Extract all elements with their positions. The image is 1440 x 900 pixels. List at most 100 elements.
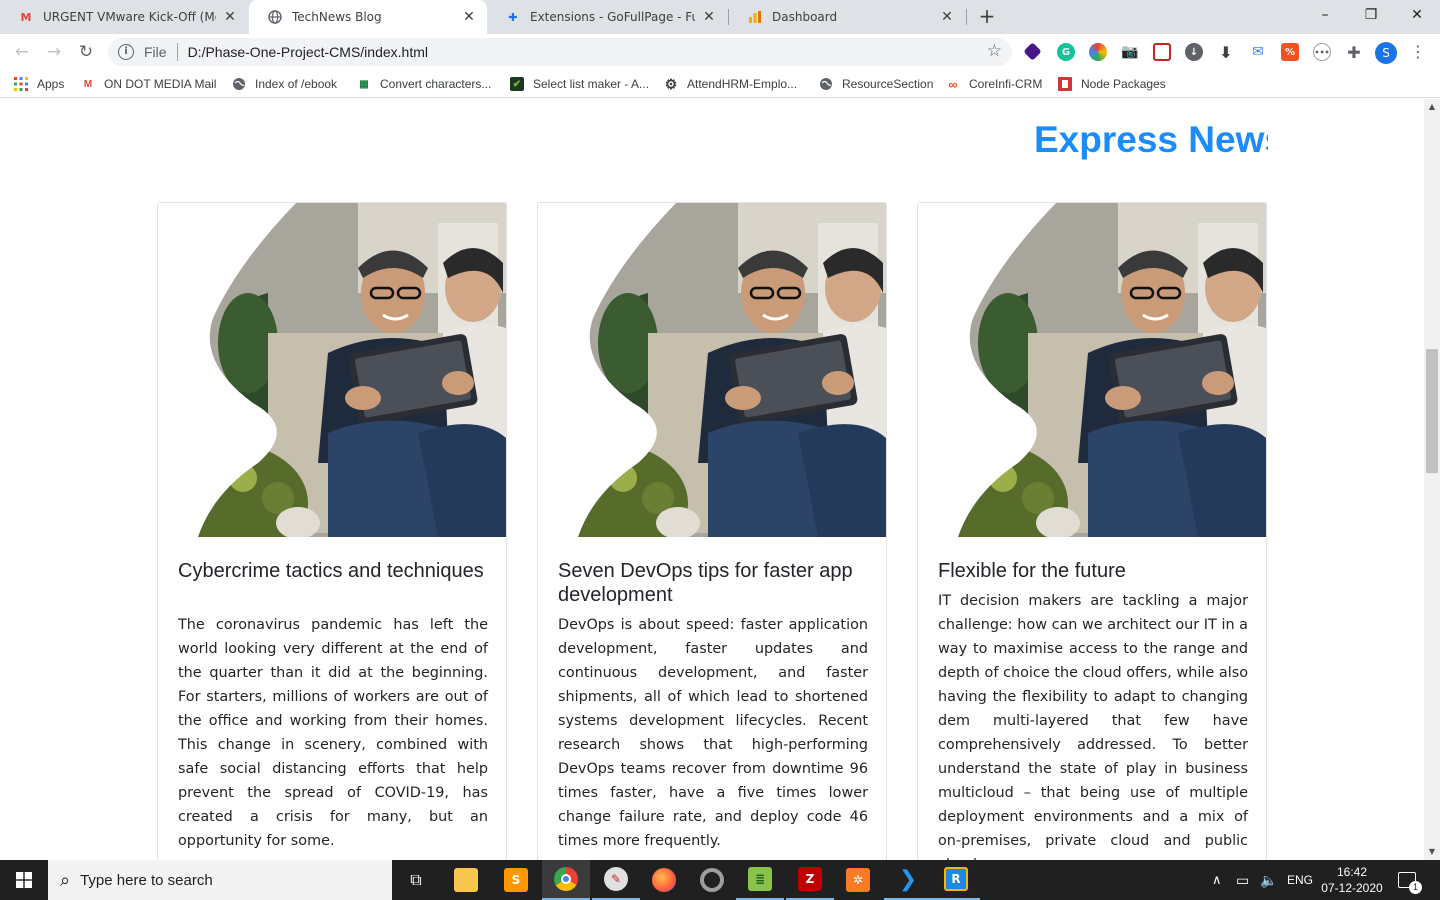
paint-palette-icon: ✎: [604, 867, 628, 891]
close-icon[interactable]: ✕: [939, 9, 955, 25]
taskbar-file-explorer[interactable]: [442, 860, 490, 900]
start-button[interactable]: [0, 860, 48, 900]
bookmark-label: Node Packages: [1081, 77, 1166, 91]
search-icon: ⌕: [60, 869, 71, 890]
close-icon[interactable]: ✕: [222, 9, 238, 25]
bookmark-label: Select list maker - A...: [533, 77, 650, 91]
volume-icon[interactable]: 🔈: [1260, 860, 1277, 900]
download-circle-icon[interactable]: ↓: [1185, 43, 1203, 61]
tray-chevron-icon[interactable]: ∧: [1212, 860, 1222, 900]
taskbar-paint[interactable]: ✎: [592, 860, 640, 900]
site-brand[interactable]: Express News: [1034, 119, 1268, 161]
forward-button[interactable]: →: [42, 40, 66, 64]
bookmark-attendhrm[interactable]: ⚙ AttendHRM-Emplo...: [664, 75, 797, 93]
close-icon[interactable]: ✕: [701, 9, 717, 25]
bookmark-label: Apps: [37, 77, 65, 91]
bookmark-convert-characters[interactable]: ▦ Convert characters...: [357, 75, 491, 93]
language-indicator[interactable]: ENG: [1287, 860, 1313, 900]
taskbar-sublime-text[interactable]: S: [492, 860, 540, 900]
notepad-icon: ≣: [748, 867, 772, 891]
tab-strip: M URGENT VMware Kick-Off (Moar ✕ TechNew…: [0, 0, 1440, 34]
taskbar-xampp[interactable]: ✲: [834, 860, 882, 900]
news-card: Seven DevOps tips for faster app develop…: [537, 202, 887, 860]
gmail-icon: M: [83, 78, 93, 90]
extension-circle-icon[interactable]: •••: [1313, 43, 1331, 61]
card-title[interactable]: Flexible for the future: [938, 559, 1248, 583]
grammarly-icon[interactable]: G: [1057, 43, 1075, 61]
sublime-icon: S: [504, 868, 528, 892]
tab-title: URGENT VMware Kick-Off (Moar: [43, 10, 216, 24]
back-button[interactable]: ←: [10, 40, 34, 64]
taskbar-firefox[interactable]: [640, 860, 688, 900]
filezilla-icon: Z: [798, 867, 822, 891]
taskbar-search[interactable]: ⌕ Type here to search: [48, 860, 392, 900]
url-text[interactable]: D:/Phase-One-Project-CMS/index.html: [188, 44, 428, 60]
bookmark-label: Index of /ebook: [255, 77, 338, 91]
tab-technews[interactable]: TechNews Blog ✕: [249, 0, 487, 34]
bookmark-resourcesection[interactable]: ResourceSection: [819, 75, 933, 93]
tab-gmail[interactable]: M URGENT VMware Kick-Off (Moar ✕: [0, 0, 248, 34]
news-card: Flexible for the future IT decision make…: [917, 202, 1267, 860]
address-bar[interactable]: i File D:/Phase-One-Project-CMS/index.ht…: [108, 38, 1012, 66]
ring-icon: [700, 868, 724, 892]
page-scrollbar[interactable]: ▲ ▼: [1424, 99, 1440, 860]
tab-dashboard[interactable]: Dashboard ✕: [729, 0, 965, 34]
folder-icon: [454, 868, 478, 892]
profile-avatar[interactable]: S: [1375, 42, 1397, 64]
gear-icon: ⚙: [664, 75, 678, 92]
globe-icon: [819, 77, 833, 91]
extension-diamond-icon[interactable]: [1023, 42, 1042, 61]
task-view-icon: ⧉: [410, 870, 422, 889]
task-view-button[interactable]: ⧉: [392, 860, 440, 900]
taskbar-app-r[interactable]: R: [932, 860, 980, 900]
taskbar-chrome[interactable]: [542, 860, 590, 900]
bookmark-star-icon[interactable]: ☆: [987, 41, 1002, 61]
close-icon[interactable]: ✕: [461, 9, 477, 25]
mail-icon[interactable]: ✉: [1249, 43, 1267, 61]
bookmark-index-ebook[interactable]: Index of /ebook: [232, 75, 337, 93]
extensions-puzzle-icon[interactable]: ✚: [1345, 43, 1363, 62]
network-icon[interactable]: ▭: [1236, 860, 1249, 900]
bookmark-coreinfi-crm[interactable]: ∞ CoreInfi-CRM: [946, 75, 1042, 93]
download-arrow-icon[interactable]: ⬇: [1217, 43, 1235, 62]
taskbar-notepad[interactable]: ≣: [736, 860, 784, 900]
maximize-button[interactable]: ❐: [1348, 0, 1394, 30]
extension-orange-icon[interactable]: %: [1281, 43, 1299, 61]
taskbar-app-ring[interactable]: [688, 860, 736, 900]
bookmark-label: Convert characters...: [380, 77, 492, 91]
close-window-button[interactable]: ✕: [1394, 0, 1440, 30]
card-title[interactable]: Seven DevOps tips for faster app develop…: [558, 559, 868, 607]
new-tab-button[interactable]: +: [976, 6, 998, 28]
info-icon[interactable]: i: [118, 44, 134, 60]
tab-extensions[interactable]: ✚ Extensions - GoFullPage - Full Pa ✕: [487, 0, 727, 34]
window-capture-icon[interactable]: [1153, 43, 1171, 61]
card-title[interactable]: Cybercrime tactics and techniques: [178, 559, 488, 583]
divider: [176, 43, 178, 61]
windows-taskbar: ⌕ Type here to search ⧉ S ✎ ≣ Z ✲ ❯ R ∧ …: [0, 860, 1440, 900]
vscode-icon: ❯: [898, 866, 918, 892]
scroll-up-arrow-icon[interactable]: ▲: [1424, 99, 1440, 115]
reload-button[interactable]: ↻: [74, 40, 98, 64]
bookmark-node-packages[interactable]: Node Packages: [1058, 75, 1166, 93]
clock-time: 16:42: [1336, 865, 1368, 879]
tab-title: Extensions - GoFullPage - Full Pa: [530, 10, 695, 24]
browser-menu-icon[interactable]: ⋮: [1410, 41, 1426, 63]
taskbar-search-placeholder: Type here to search: [80, 871, 213, 889]
bookmark-select-list-maker[interactable]: ✔ Select list maker - A...: [510, 75, 649, 93]
color-wheel-icon[interactable]: [1089, 43, 1107, 61]
camera-icon[interactable]: 📷: [1121, 43, 1139, 61]
bookmarks-bar: Apps M ON DOT MEDIA Mail Index of /ebook…: [0, 70, 1440, 98]
minimize-button[interactable]: –: [1302, 0, 1348, 30]
bookmark-on-dot-media-mail[interactable]: M ON DOT MEDIA Mail: [81, 75, 217, 93]
firefox-icon: [652, 868, 676, 892]
taskbar-vscode[interactable]: ❯: [884, 860, 932, 900]
taskbar-filezilla[interactable]: Z: [786, 860, 834, 900]
bookmark-apps[interactable]: Apps: [14, 75, 64, 93]
chart-icon: [747, 9, 763, 25]
bookmark-label: AttendHRM-Emplo...: [687, 77, 798, 91]
scrollbar-thumb[interactable]: [1426, 349, 1438, 473]
taskbar-clock[interactable]: 16:42 07-12-2020: [1312, 864, 1392, 896]
scroll-down-arrow-icon[interactable]: ▼: [1424, 844, 1440, 860]
notification-center-icon[interactable]: 1: [1398, 860, 1422, 900]
xampp-icon: ✲: [846, 868, 870, 892]
